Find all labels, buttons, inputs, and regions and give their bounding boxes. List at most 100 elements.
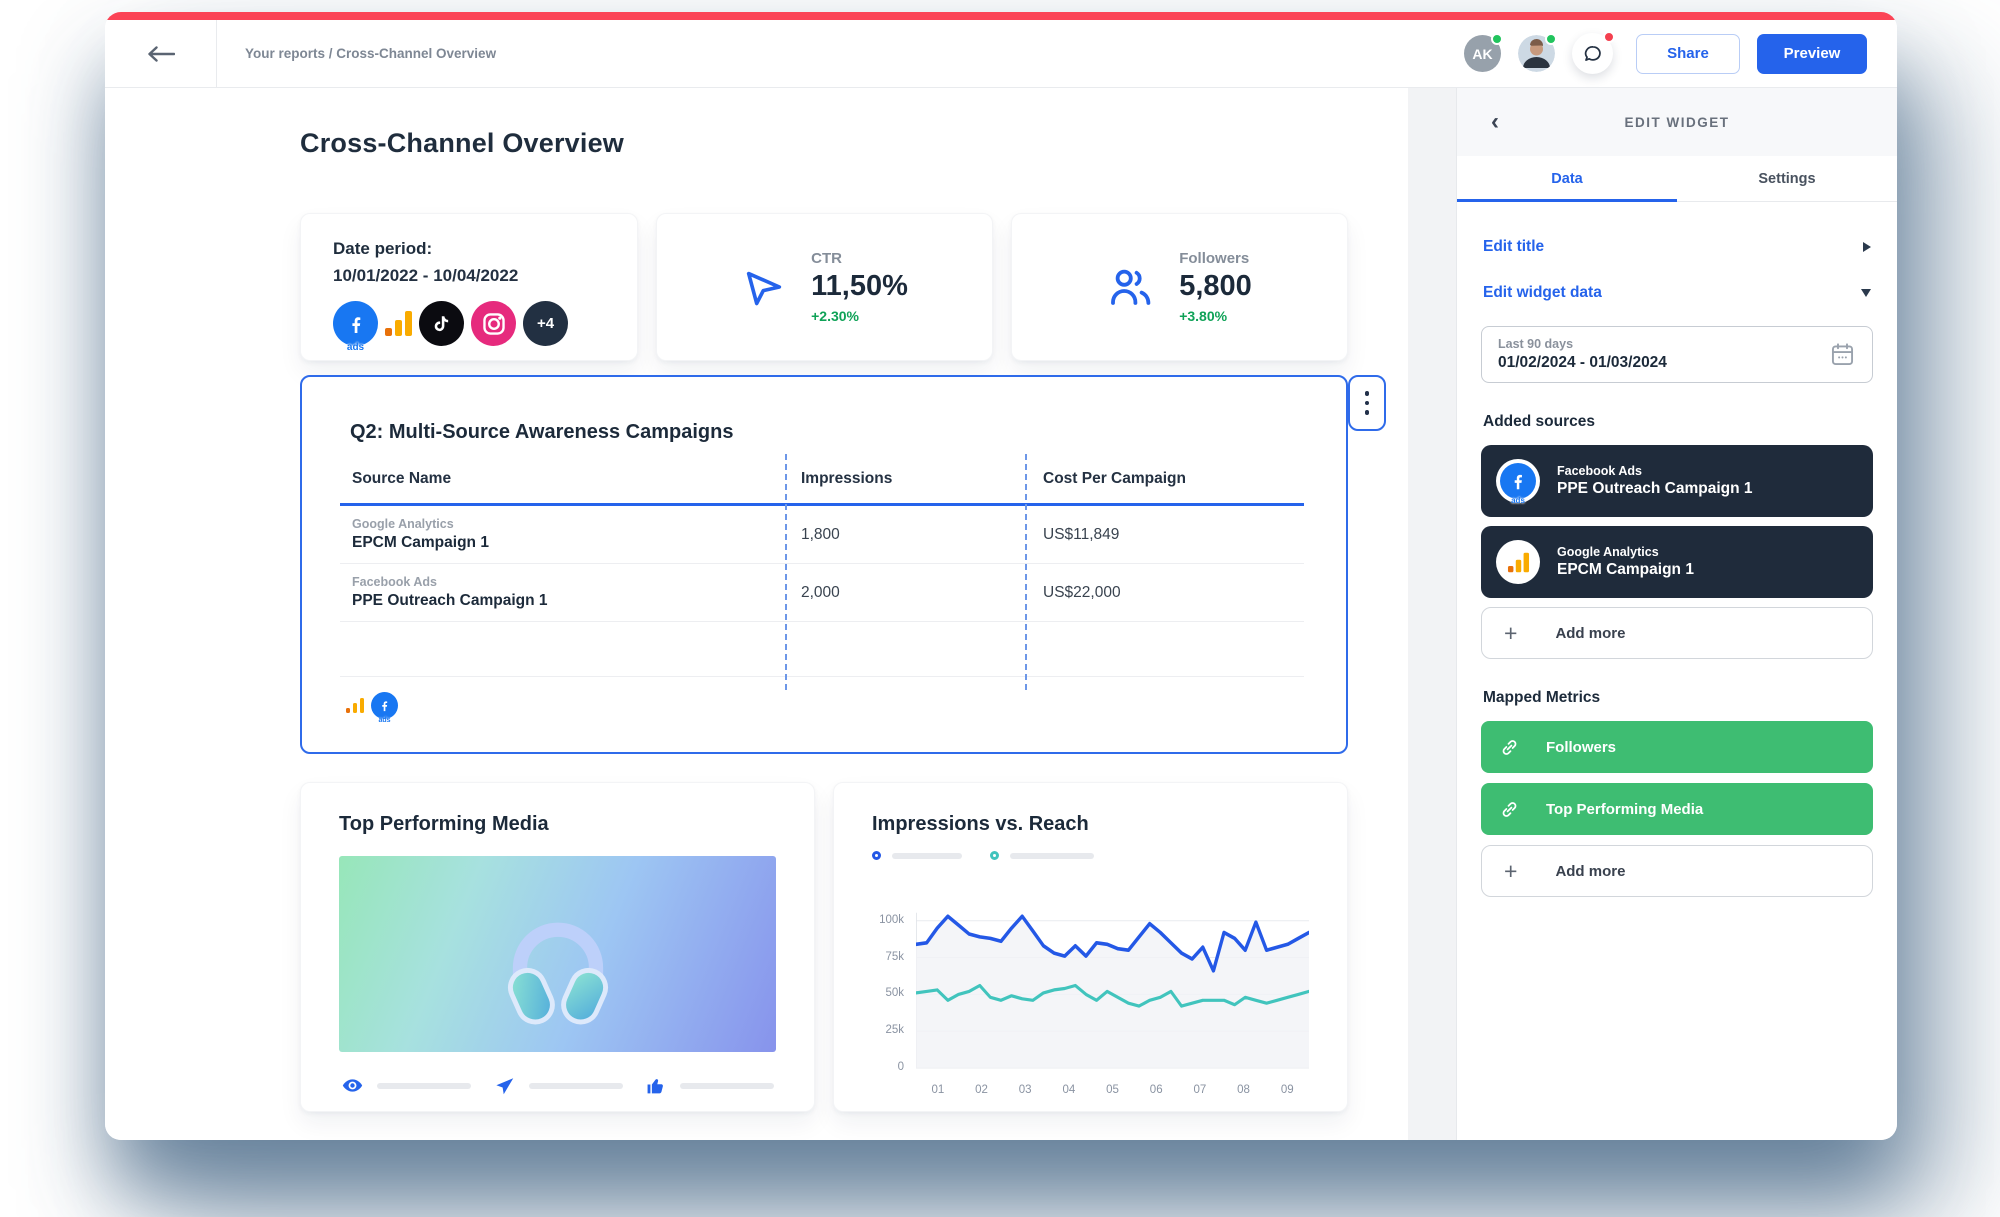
tab-data[interactable]: Data <box>1457 156 1677 201</box>
source-icon-row: ads +4 <box>333 301 605 346</box>
caret-right-icon <box>1863 242 1871 252</box>
column-divider <box>1025 454 1027 690</box>
row-source: Google Analytics <box>352 517 785 531</box>
row-source: Facebook Ads <box>352 575 785 589</box>
caret-down-icon <box>1861 289 1871 297</box>
legend-placeholder-bar <box>1010 853 1094 859</box>
back-button[interactable] <box>105 20 217 87</box>
kpi-delta: +2.30% <box>811 308 908 324</box>
media-widget[interactable]: Top Performing Media <box>300 782 815 1112</box>
chat-bubble-icon <box>1582 43 1604 65</box>
share-arrow-icon <box>494 1075 516 1097</box>
panel-title: EDIT WIDGET <box>1457 115 1897 130</box>
edit-widget-data-row[interactable]: Edit widget data <box>1457 270 1897 316</box>
facebook-ads-icon: ads <box>1496 459 1540 503</box>
notification-dot <box>1603 31 1615 43</box>
kpi-label: Followers <box>1179 250 1252 267</box>
report-canvas: Cross-Channel Overview Date period: 10/0… <box>105 88 1408 1140</box>
source-campaign: PPE Outreach Campaign 1 <box>1557 480 1753 498</box>
tiktok-icon <box>419 301 464 346</box>
table-empty-row <box>340 622 1304 677</box>
stat-placeholder-bar <box>680 1083 774 1089</box>
chart-widget[interactable]: Impressions vs. Reach <box>833 782 1348 1112</box>
panel-collapse-button[interactable]: ‹ <box>1491 110 1499 134</box>
y-tick-label: 50k <box>885 987 904 999</box>
table-row[interactable]: Facebook Ads PPE Outreach Campaign 1 2,0… <box>340 564 1304 622</box>
facebook-ads-icon: ads <box>333 301 378 346</box>
online-status-dot <box>1491 33 1503 45</box>
panel-tabs: Data Settings <box>1457 156 1897 202</box>
source-campaign: EPCM Campaign 1 <box>1557 561 1694 579</box>
tab-settings[interactable]: Settings <box>1677 156 1897 201</box>
table-row[interactable]: Google Analytics EPCM Campaign 1 1,800 U… <box>340 506 1304 564</box>
facebook-ads-icon: ads <box>371 692 398 719</box>
top-bar: Your reports / Cross-Channel Overview AK <box>105 20 1897 88</box>
preview-button[interactable]: Preview <box>1757 34 1867 74</box>
edit-title-label: Edit title <box>1483 238 1544 256</box>
add-metric-button[interactable]: + Add more <box>1481 845 1873 897</box>
date-period-widget[interactable]: Date period: 10/01/2022 - 10/04/2022 ads <box>300 213 638 361</box>
comments-button[interactable] <box>1572 33 1613 74</box>
facebook-ads-sub-label: ads <box>378 717 390 724</box>
legend-placeholder-bar <box>892 853 962 859</box>
metric-top-performing-media[interactable]: Top Performing Media <box>1481 783 1873 835</box>
column-header: Impressions <box>785 470 1025 488</box>
date-range-value: 01/02/2024 - 01/03/2024 <box>1498 354 1667 372</box>
app-window: Your reports / Cross-Channel Overview AK <box>105 12 1897 1140</box>
facebook-ads-sub-label: ads <box>347 342 364 353</box>
line-chart: 025k50k75k100k <box>872 884 1309 1074</box>
source-card-google-analytics[interactable]: Google Analytics EPCM Campaign 1 <box>1481 526 1873 598</box>
share-button[interactable]: Share <box>1636 34 1740 74</box>
date-period-range: 10/01/2022 - 10/04/2022 <box>333 266 605 286</box>
y-tick-label: 100k <box>879 914 904 926</box>
avatar-initials-text: AK <box>1472 46 1492 62</box>
table: Source Name Impressions Cost Per Campaig… <box>340 470 1304 677</box>
ctr-widget[interactable]: CTR 11,50% +2.30% <box>656 213 993 361</box>
plus-icon: + <box>1504 622 1517 645</box>
metric-label: Followers <box>1546 739 1616 756</box>
widget-menu-button[interactable] <box>1348 375 1386 431</box>
metric-followers[interactable]: Followers <box>1481 721 1873 773</box>
table-header-row: Source Name Impressions Cost Per Campaig… <box>340 470 1304 506</box>
bottom-card-row: Top Performing Media <box>300 782 1348 1112</box>
date-range-picker[interactable]: Last 90 days 01/02/2024 - 01/03/2024 <box>1481 326 1873 383</box>
date-period-label: Date period: <box>333 239 605 259</box>
more-sources-badge[interactable]: +4 <box>523 301 568 346</box>
avatar-initials[interactable]: AK <box>1464 35 1501 72</box>
followers-icon <box>1107 263 1155 311</box>
legend-dot-icon <box>990 851 999 860</box>
panel-header: ‹ EDIT WIDGET <box>1457 88 1897 156</box>
edit-widget-panel: ‹ EDIT WIDGET Data Settings Edit title E… <box>1456 88 1897 1140</box>
media-widget-title: Top Performing Media <box>339 813 776 836</box>
x-tick-label: 08 <box>1222 1084 1266 1096</box>
shares-stat <box>494 1074 623 1097</box>
facebook-ads-sub-label: ads <box>1511 496 1525 505</box>
add-more-label: Add more <box>1555 863 1625 880</box>
followers-widget[interactable]: Followers 5,800 +3.80% <box>1011 213 1348 361</box>
plus-icon: + <box>1504 860 1517 883</box>
kpi-value: 5,800 <box>1179 270 1252 303</box>
table-widget-title: Q2: Multi-Source Awareness Campaigns <box>350 421 1346 444</box>
legend-item-impressions <box>872 851 962 860</box>
chart-legend <box>872 851 1309 860</box>
avatar-photo[interactable] <box>1518 35 1555 72</box>
google-analytics-icon <box>385 311 412 336</box>
x-tick-label: 06 <box>1134 1084 1178 1096</box>
source-network: Google Analytics <box>1557 545 1694 559</box>
table-widget-selected[interactable]: Q2: Multi-Source Awareness Campaigns Sou… <box>300 375 1348 754</box>
views-stat <box>341 1074 471 1097</box>
source-card-facebook[interactable]: ads Facebook Ads PPE Outreach Campaign 1 <box>1481 445 1873 517</box>
media-thumbnail <box>339 856 776 1052</box>
stat-card-row: Date period: 10/01/2022 - 10/04/2022 ads <box>300 213 1348 361</box>
x-tick-label: 01 <box>916 1084 960 1096</box>
breadcrumb: Your reports / Cross-Channel Overview <box>245 46 496 61</box>
y-tick-label: 25k <box>885 1024 904 1036</box>
edit-widget-data-label: Edit widget data <box>1483 284 1602 302</box>
calendar-icon <box>1829 341 1856 368</box>
edit-title-row[interactable]: Edit title <box>1457 224 1897 270</box>
back-arrow-icon <box>147 46 175 62</box>
add-source-button[interactable]: + Add more <box>1481 607 1873 659</box>
legend-item-reach <box>990 851 1094 860</box>
stat-placeholder-bar <box>529 1083 623 1089</box>
x-tick-label: 04 <box>1047 1084 1091 1096</box>
